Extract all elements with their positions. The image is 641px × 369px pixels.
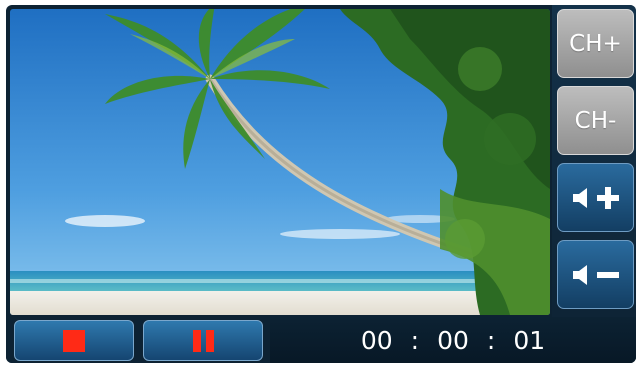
- channel-down-button[interactable]: CH-: [557, 86, 634, 155]
- plus-icon: [596, 186, 619, 209]
- stop-icon: [63, 329, 85, 352]
- tv-player-panel: CH+ CH- 00: 00: 01: [6, 5, 636, 363]
- timer-minutes: 00: [437, 325, 469, 355]
- timer-separator: :: [486, 325, 496, 355]
- volume-down-button[interactable]: [557, 240, 634, 309]
- pause-icon: [192, 329, 214, 352]
- control-column: CH+ CH-: [552, 5, 636, 317]
- timer-seconds: 01: [513, 325, 546, 355]
- video-display: [10, 9, 550, 315]
- channel-up-label: CH+: [569, 30, 622, 57]
- beach-scene-image: [10, 9, 550, 315]
- minus-icon: [596, 271, 619, 278]
- channel-down-label: CH-: [574, 107, 617, 134]
- volume-up-button[interactable]: [557, 163, 634, 232]
- pause-button[interactable]: [143, 320, 263, 361]
- stop-button[interactable]: [14, 320, 134, 361]
- elapsed-time-display: 00 : 00 : 01: [270, 317, 636, 363]
- volume-down-icon: [572, 264, 587, 285]
- transport-bar: 00 : 00 : 01: [6, 317, 636, 363]
- volume-up-icon: [572, 187, 587, 208]
- channel-up-button[interactable]: CH+: [557, 9, 634, 78]
- timer-hours: 00: [360, 325, 393, 355]
- timer-separator: :: [410, 325, 420, 355]
